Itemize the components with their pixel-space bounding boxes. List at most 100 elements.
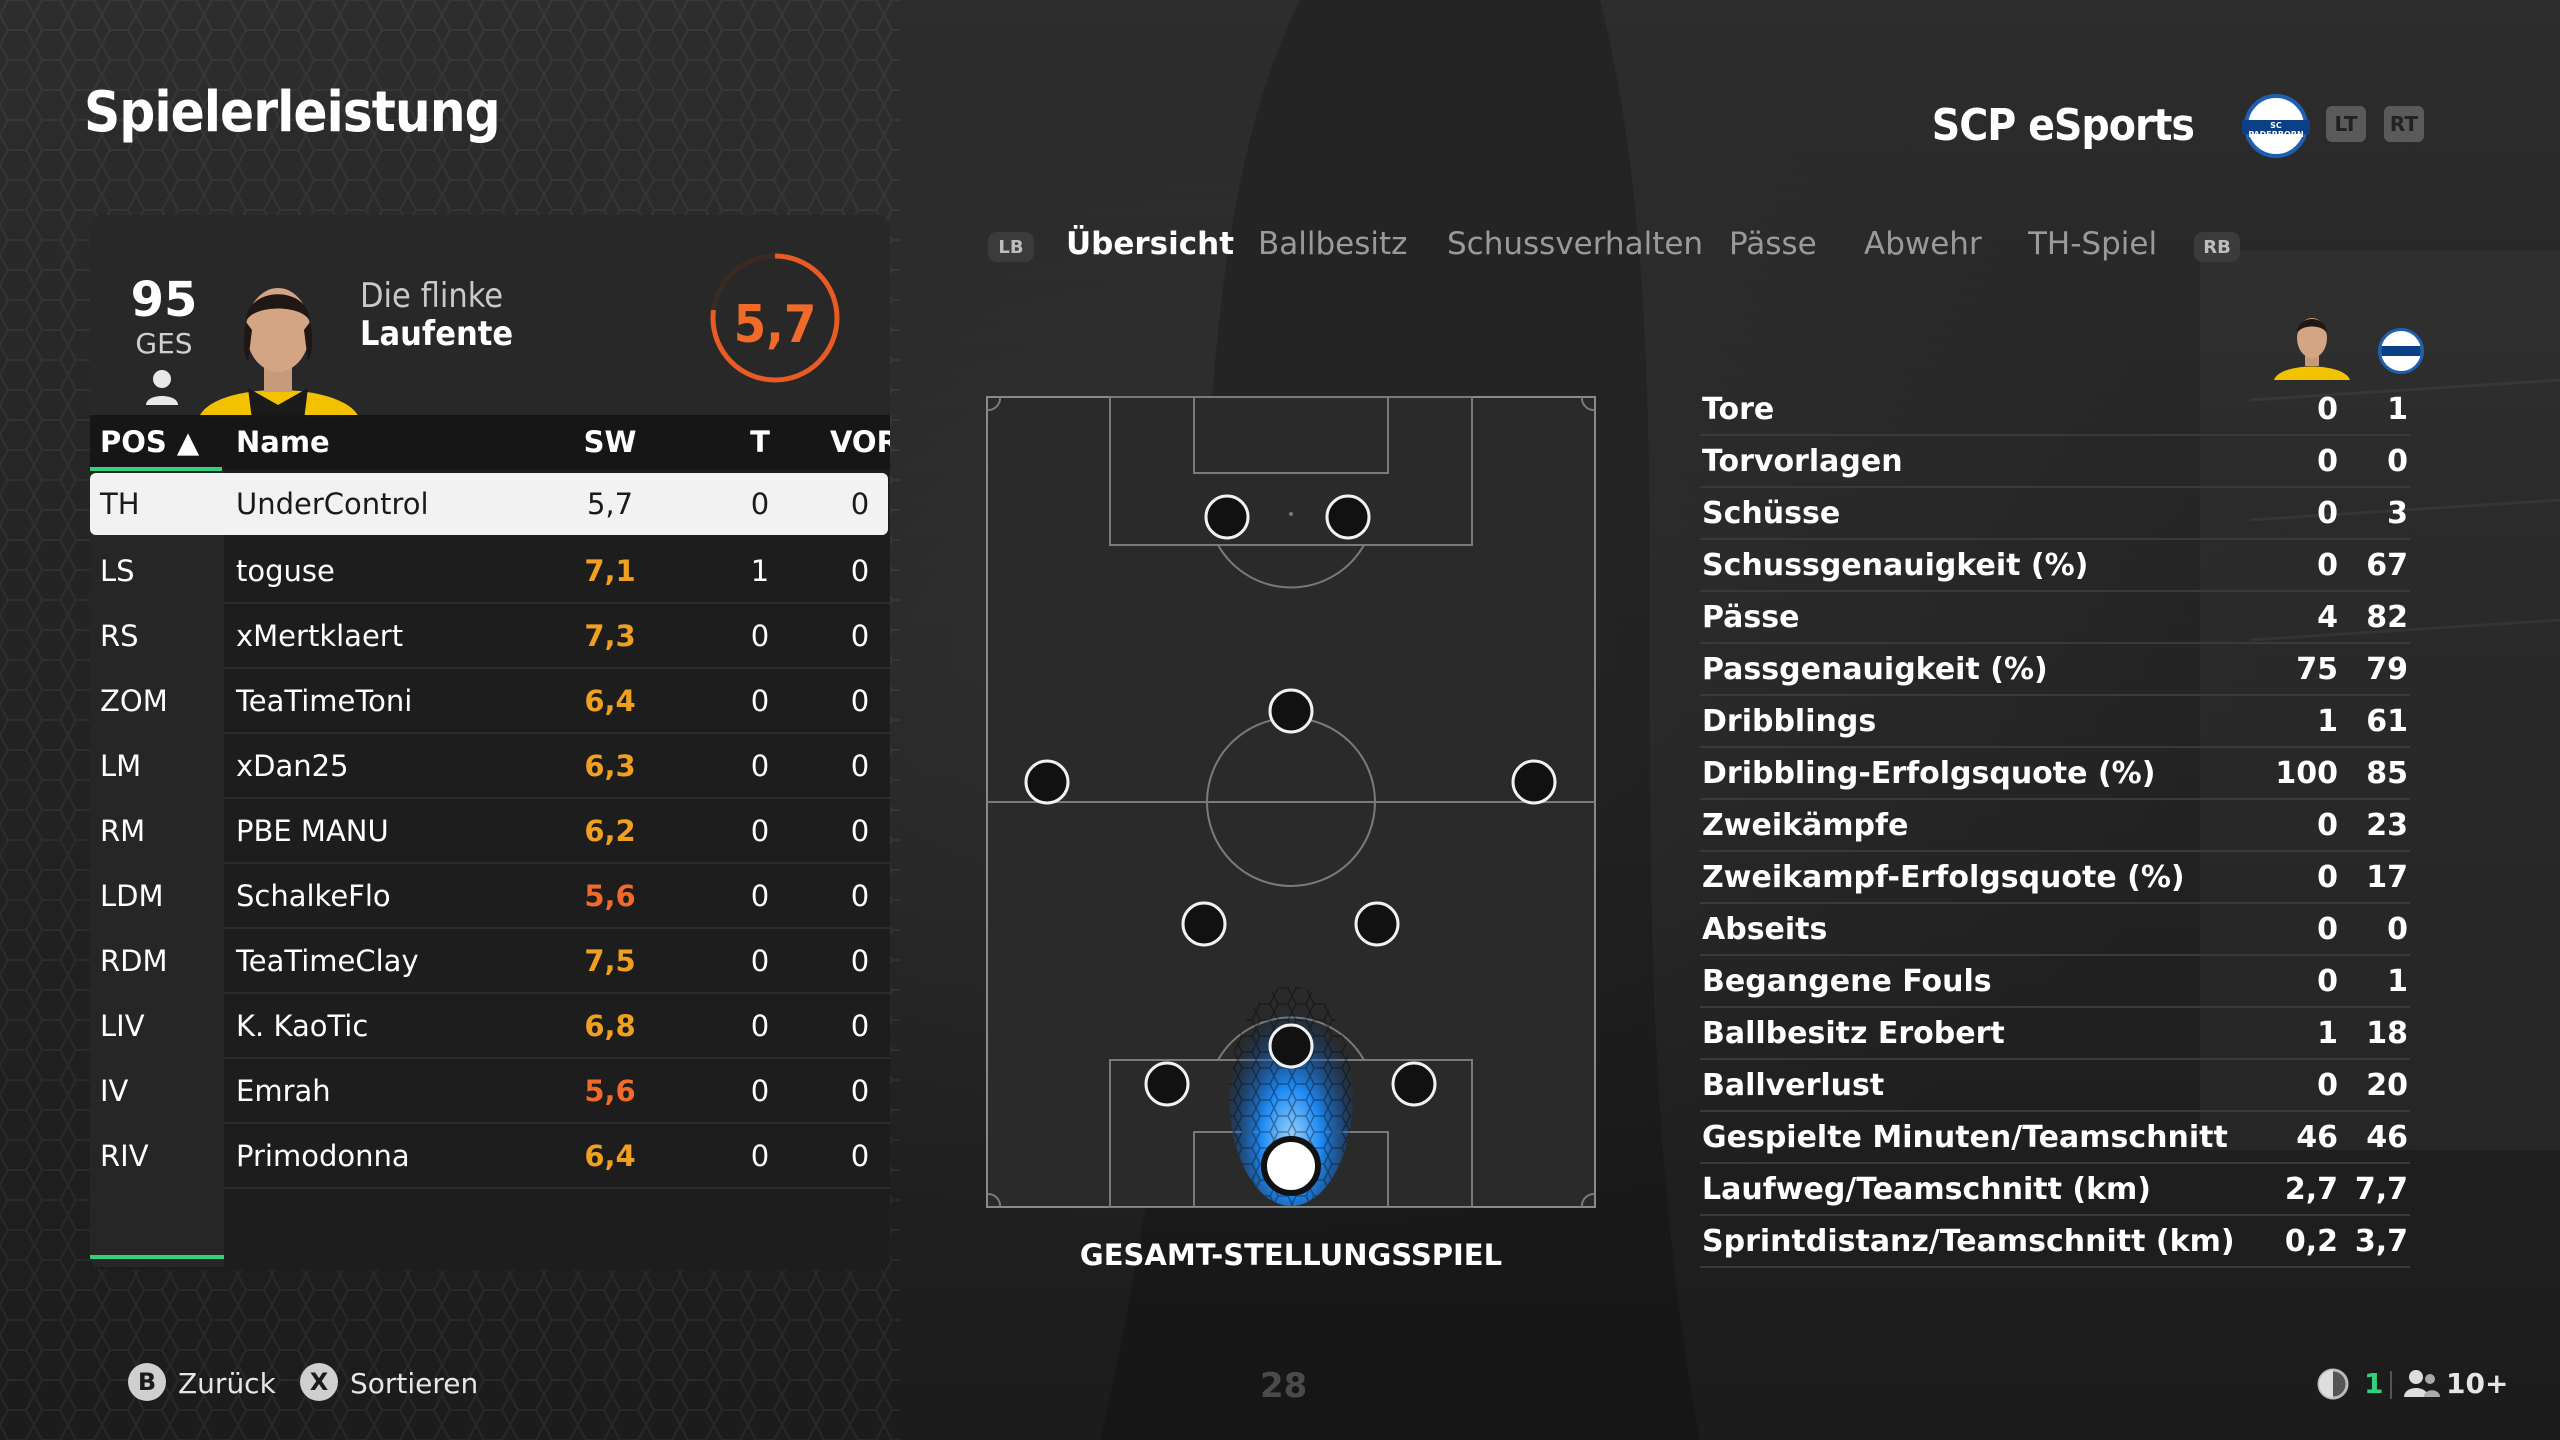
table-row[interactable]: TH UnderControl 5,7 0 0 (90, 473, 888, 535)
table-row[interactable]: LDM SchalkeFlo 5,6 0 0 (90, 865, 890, 929)
formation-dot-rdm (1354, 901, 1400, 947)
stat-player-value: 1 (2317, 1016, 2338, 1051)
tab-paesse[interactable]: Pässe (1729, 226, 1817, 262)
row-divider (224, 862, 890, 864)
footer-divider (2390, 1371, 2392, 1399)
row-divider (224, 797, 890, 799)
stat-divider (1700, 1266, 2410, 1268)
stat-player-value: 0 (2317, 444, 2338, 479)
player-nickname: Die flinke Laufente (360, 276, 514, 354)
table-row[interactable]: LM xDan25 6,3 0 0 (90, 735, 890, 799)
col-vor[interactable]: VOR (830, 425, 890, 459)
rt-button[interactable]: RT (2384, 106, 2424, 142)
col-pos[interactable]: POS ▲ (100, 425, 199, 459)
stat-label: Begangene Fouls (1702, 964, 1992, 999)
row-goals: 0 (750, 814, 770, 848)
row-name: toguse (236, 554, 335, 588)
stat-row: Dribbling-Erfolgsquote (%) 100 85 (1700, 748, 2410, 800)
stat-row: Torvorlagen 0 0 (1700, 436, 2410, 488)
row-name: xMertklaert (236, 619, 404, 653)
row-match-rating: 6,2 (584, 814, 636, 848)
stat-label: Schussgenauigkeit (%) (1702, 548, 2089, 583)
stat-player-value: 0 (2317, 392, 2338, 427)
stat-label: Ballbesitz Erobert (1702, 1016, 2005, 1051)
table-row[interactable]: RIV Primodonna 6,4 0 0 (90, 1125, 890, 1189)
stat-row: Zweikämpfe 0 23 (1700, 800, 2410, 852)
row-name: TeaTimeClay (236, 944, 419, 978)
row-divider (224, 602, 890, 604)
stat-player-value: 1 (2317, 704, 2338, 739)
stat-row: Begangene Fouls 0 1 (1700, 956, 2410, 1008)
row-divider (224, 1187, 890, 1189)
stat-row: Passgenauigkeit (%) 75 79 (1700, 644, 2410, 696)
stat-row: Pässe 4 82 (1700, 592, 2410, 644)
row-match-rating: 6,4 (584, 684, 636, 718)
stat-row: Abseits 0 0 (1700, 904, 2410, 956)
row-name: SchalkeFlo (236, 879, 391, 913)
stat-row: Schussgenauigkeit (%) 0 67 (1700, 540, 2410, 592)
stat-label: Tore (1702, 392, 1775, 427)
rb-button[interactable]: RB (2194, 232, 2240, 262)
table-row[interactable]: LIV K. KaoTic 6,8 0 0 (90, 995, 890, 1059)
row-match-rating: 6,4 (584, 1139, 636, 1173)
stat-team-value: 7,7 (2354, 1172, 2408, 1207)
tab-uebersicht[interactable]: Übersicht (1066, 226, 1234, 262)
stat-team-value: 82 (2366, 600, 2408, 635)
col-sw[interactable]: SW (570, 425, 650, 459)
col-t[interactable]: T (730, 425, 790, 459)
stat-team-value: 61 (2366, 704, 2408, 739)
row-match-rating: 6,3 (584, 749, 636, 783)
stat-row: Laufweg/Teamschnitt (km) 2,7 7,7 (1700, 1164, 2410, 1216)
row-assists: 0 (850, 487, 870, 521)
stat-label: Dribbling-Erfolgsquote (%) (1702, 756, 2156, 791)
col-name[interactable]: Name (236, 425, 330, 459)
row-position: RDM (100, 944, 168, 978)
tab-abwehr[interactable]: Abwehr (1864, 226, 1982, 262)
table-row[interactable]: RM PBE MANU 6,2 0 0 (90, 800, 890, 864)
stat-label: Zweikampf-Erfolgsquote (%) (1702, 860, 2185, 895)
party-icon (2404, 1370, 2440, 1397)
player-panel: 95 GES Die flinke Laufente 5,7 POS ▲ Nam… (90, 215, 890, 1270)
stat-row: Dribblings 1 61 (1700, 696, 2410, 748)
stat-player-value: 46 (2296, 1120, 2338, 1155)
b-button-icon[interactable]: B (128, 1363, 166, 1401)
table-row[interactable]: LS toguse 7,1 1 0 (90, 540, 890, 604)
row-name: Emrah (236, 1074, 331, 1108)
sort-label[interactable]: Sortieren (350, 1367, 478, 1400)
stat-team-value: 18 (2366, 1016, 2408, 1051)
row-position: RM (100, 814, 146, 848)
table-row[interactable]: RDM TeaTimeClay 7,5 0 0 (90, 930, 890, 994)
stat-player-value: 0 (2317, 1068, 2338, 1103)
stat-label: Pässe (1702, 600, 1800, 635)
row-name: UnderControl (236, 487, 429, 521)
position-column-accent (90, 1255, 224, 1259)
pitch-label: GESAMT-STELLUNGSSPIEL (1079, 1238, 1503, 1272)
formation-dot-zom (1268, 688, 1314, 734)
lb-button[interactable]: LB (988, 232, 1034, 262)
tab-th-spiel[interactable]: TH-Spiel (2028, 226, 2157, 262)
row-goals: 0 (750, 1139, 770, 1173)
row-assists: 0 (850, 1139, 870, 1173)
page-title: Spielerleistung (84, 80, 501, 145)
row-divider (224, 1057, 890, 1059)
formation-dot-lm (1024, 759, 1070, 805)
stat-row: Ballbesitz Erobert 1 18 (1700, 1008, 2410, 1060)
stat-row: Ballverlust 0 20 (1700, 1060, 2410, 1112)
party-count: 10+ (2446, 1367, 2509, 1400)
table-row[interactable]: ZOM TeaTimeToni 6,4 0 0 (90, 670, 890, 734)
table-row[interactable]: RS xMertklaert 7,3 0 0 (90, 605, 890, 669)
formation-dot-ldm (1181, 901, 1227, 947)
table-row[interactable]: IV Emrah 5,6 0 0 (90, 1060, 890, 1124)
row-assists: 0 (850, 554, 870, 588)
row-position: RS (100, 619, 139, 653)
back-label[interactable]: Zurück (178, 1367, 276, 1400)
stat-player-value: 0 (2317, 808, 2338, 843)
stat-label: Abseits (1702, 912, 1828, 947)
lt-button[interactable]: LT (2326, 106, 2366, 142)
tab-schussverhalten[interactable]: Schussverhalten (1447, 226, 1703, 262)
stat-player-value: 0 (2317, 912, 2338, 947)
row-goals: 0 (750, 749, 770, 783)
stat-team-value: 46 (2366, 1120, 2408, 1155)
tab-ballbesitz[interactable]: Ballbesitz (1258, 226, 1407, 262)
x-button-icon[interactable]: X (300, 1363, 338, 1401)
